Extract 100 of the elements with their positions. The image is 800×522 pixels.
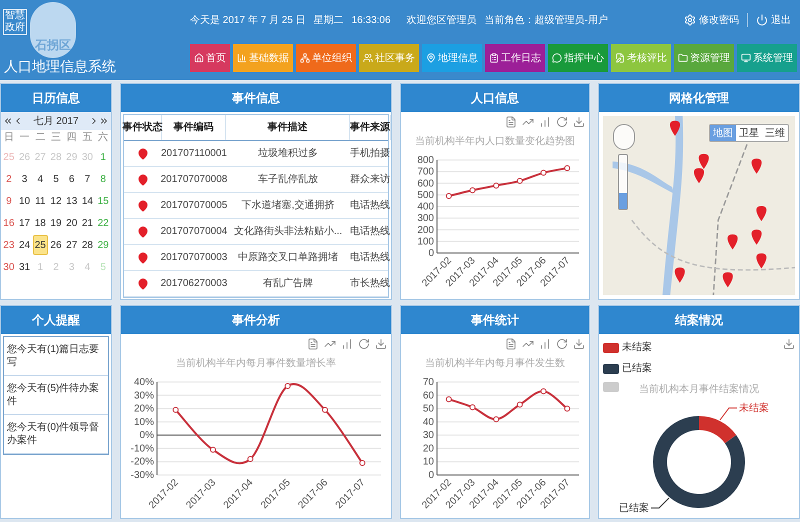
chart-title: 当前机构半年内每月事件数量增长率	[176, 358, 336, 369]
previous-year-icon[interactable]	[3, 116, 13, 126]
calendar-day[interactable]: 19	[48, 213, 64, 233]
calendar-day[interactable]: 9	[1, 191, 16, 211]
calendar-day[interactable]: 2	[1, 169, 16, 189]
refresh-icon[interactable]	[556, 116, 568, 128]
axis-label: 50	[422, 404, 434, 415]
nav-button[interactable]: 工作日志	[485, 44, 545, 72]
line-chart-icon[interactable]	[324, 338, 336, 350]
table-cell-text: 电话热线	[350, 224, 390, 239]
calendar-day[interactable]: 6	[64, 169, 80, 189]
legend-label: 未结案	[622, 340, 652, 355]
data-point	[470, 404, 476, 410]
calendar-day[interactable]: 15	[96, 191, 111, 211]
table-cell-text: 电话热线	[350, 250, 390, 265]
calendar-day[interactable]: 27	[64, 235, 80, 255]
calendar-day[interactable]: 11	[32, 191, 48, 211]
refresh-icon[interactable]	[556, 338, 568, 350]
axis-label: 0	[428, 470, 434, 481]
weekday-label: 五	[81, 131, 94, 145]
logout-link[interactable]: 退出	[756, 12, 791, 28]
panel-title: 事件分析	[121, 306, 391, 334]
bar-chart-icon[interactable]	[539, 116, 551, 128]
data-view-icon[interactable]	[307, 338, 319, 350]
legend-swatch[interactable]	[603, 342, 619, 352]
calendar-day[interactable]: 5	[48, 169, 64, 189]
map-type-tab[interactable]: 三维	[762, 125, 788, 141]
reminder-item[interactable]: 您今天有(5)件待办案件	[4, 376, 108, 415]
calendar-day[interactable]: 12	[48, 191, 64, 211]
calendar-day[interactable]: 26	[48, 235, 64, 255]
panel-title: 结案情况	[599, 306, 799, 334]
status-pin-icon	[137, 200, 149, 212]
nav-button[interactable]: 基础数据	[233, 44, 293, 72]
map-type-tab[interactable]: 卫星	[736, 125, 762, 141]
nav-button[interactable]: 首页	[190, 44, 230, 72]
data-view-icon[interactable]	[505, 338, 517, 350]
calendar-day[interactable]: 18	[32, 213, 48, 233]
calendar-day[interactable]: 21	[80, 213, 95, 233]
axis-label: 600	[417, 178, 434, 190]
reminder-item[interactable]: 您今天有(1)篇日志要写	[4, 337, 108, 376]
table-cell-text: 下水道堵塞,交通拥挤	[240, 198, 336, 213]
change-password-link[interactable]: 修改密码	[684, 12, 739, 28]
calendar-day[interactable]: 22	[96, 213, 111, 233]
edit-icon	[615, 53, 625, 63]
axis-label: 20%	[134, 404, 154, 415]
reminder-item[interactable]: 您今天有(0)件领导督办案件	[4, 415, 108, 454]
nav-button[interactable]: 地理信息	[422, 44, 482, 72]
status-pin-icon	[137, 226, 149, 238]
calendar-day[interactable]: 30	[1, 257, 16, 277]
nav-button[interactable]: 考核评比	[611, 44, 671, 72]
legend-swatch[interactable]	[603, 364, 619, 374]
refresh-icon[interactable]	[358, 338, 370, 350]
calendar-day[interactable]: 17	[17, 213, 32, 233]
calendar-day[interactable]: 20	[64, 213, 80, 233]
calendar-day[interactable]: 14	[80, 191, 95, 211]
chart-title: 当前机构半年内每月事件发生数	[425, 358, 565, 369]
table-cell-text: 201707110001	[162, 147, 226, 161]
download-icon[interactable]	[375, 338, 387, 350]
calendar-day[interactable]: 23	[1, 235, 16, 255]
axis-label: 10	[422, 456, 434, 468]
bar-chart-icon[interactable]	[539, 338, 551, 350]
nav-button[interactable]: 单位组织	[296, 44, 356, 72]
calendar-day[interactable]: 13	[64, 191, 80, 211]
map-type-tab[interactable]: 地图	[710, 125, 736, 141]
nav-button[interactable]: 系统管理	[737, 44, 797, 72]
line-chart-icon[interactable]	[522, 338, 534, 350]
table-cell-text: 201706270003	[162, 277, 226, 291]
line-chart-icon[interactable]	[522, 116, 534, 128]
calendar-day[interactable]: 29	[96, 235, 111, 255]
download-icon[interactable]	[783, 338, 795, 350]
table-cell-text: 有乱广告牌	[262, 276, 314, 291]
download-icon[interactable]	[573, 116, 585, 128]
calendar-day[interactable]: 25	[32, 235, 48, 255]
data-view-icon[interactable]	[505, 116, 517, 128]
calendar-day[interactable]: 10	[17, 191, 32, 211]
calendar-day[interactable]: 1	[96, 147, 111, 167]
legend-swatch[interactable]	[603, 382, 619, 392]
data-point	[470, 187, 476, 194]
table-cell-text: 垃圾堆积过多	[257, 146, 319, 161]
table-cell-text: 手机拍摄	[350, 146, 390, 161]
nav-button[interactable]: 资源管理	[674, 44, 734, 72]
next-year-icon[interactable]	[99, 116, 109, 126]
calendar-day[interactable]: 28	[80, 235, 95, 255]
calendar-day[interactable]: 3	[17, 169, 32, 189]
calendar-day[interactable]: 8	[96, 169, 111, 189]
badge-text: 智慧	[5, 10, 25, 22]
nav-button[interactable]: 社区事务	[359, 44, 419, 72]
calendar-day[interactable]: 16	[1, 213, 16, 233]
download-icon[interactable]	[573, 338, 585, 350]
system-title: 人口地理信息系统	[4, 57, 116, 76]
bar-chart-icon[interactable]	[341, 338, 353, 350]
data-point	[446, 396, 452, 402]
calendar-day[interactable]: 31	[17, 257, 32, 277]
column-header: 事件描述	[226, 115, 350, 140]
panel-title: 事件统计	[401, 306, 589, 334]
calendar-day[interactable]: 4	[32, 169, 48, 189]
calendar-day[interactable]: 7	[80, 169, 95, 189]
calendar-day[interactable]: 24	[17, 235, 32, 255]
zoom-slider-fill[interactable]	[619, 192, 627, 209]
nav-button[interactable]: 指挥中心	[548, 44, 608, 72]
